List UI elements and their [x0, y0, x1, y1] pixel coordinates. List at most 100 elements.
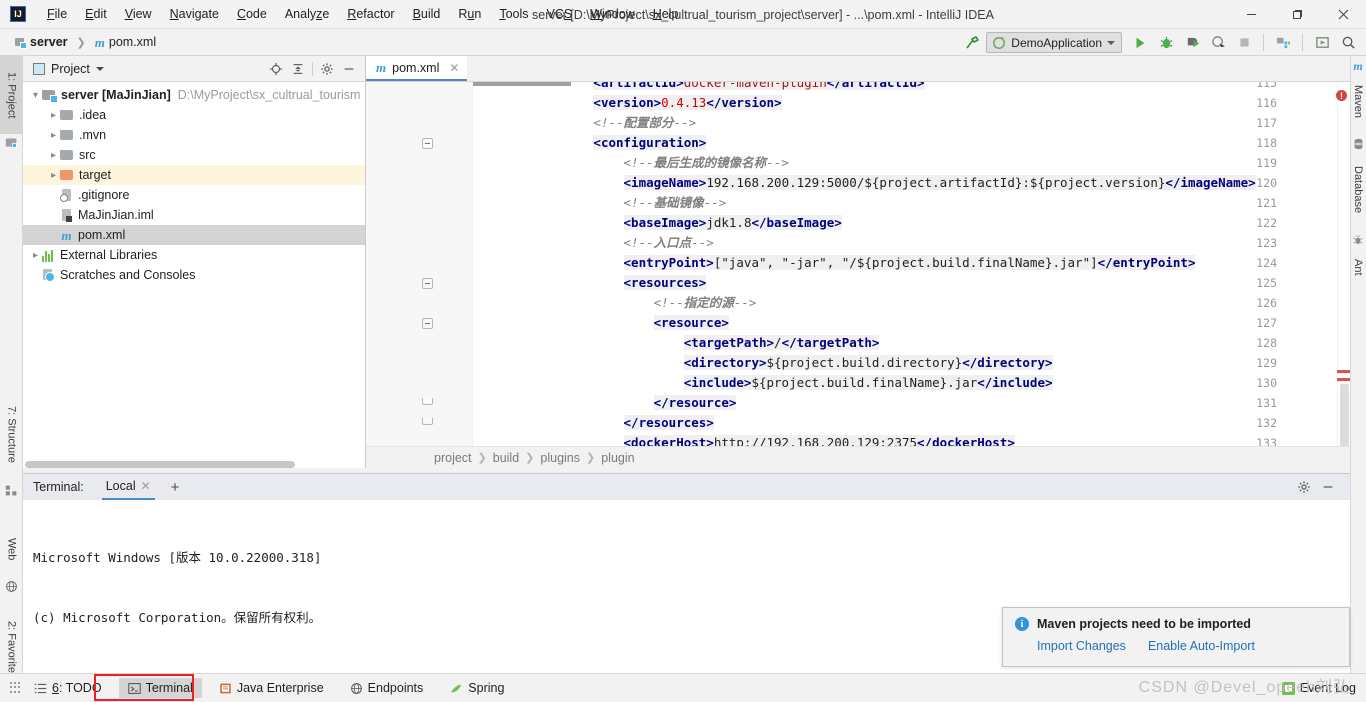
code-line[interactable]: <baseImage>jdk1.8</baseImage>	[473, 213, 842, 233]
code-line[interactable]: <imageName>192.168.200.129:5000/${projec…	[473, 173, 1256, 193]
update-icon[interactable]	[1310, 32, 1334, 54]
menu-view[interactable]: View	[116, 4, 161, 24]
event-log-button[interactable]: Event Log	[1282, 681, 1356, 695]
project-tree[interactable]: server [MaJinJian] D:\MyProject\sx_cultr…	[23, 82, 365, 468]
hide-icon[interactable]	[1318, 477, 1338, 497]
fold-end-icon[interactable]	[422, 418, 433, 425]
menu-file[interactable]: File	[38, 4, 76, 24]
tree-row-external-libraries[interactable]: External Libraries	[23, 245, 365, 265]
code-line[interactable]: <!--最后生成的镜像名称-->	[473, 153, 789, 173]
close-button[interactable]	[1320, 0, 1366, 29]
sidebar-item-web[interactable]: Web	[0, 522, 23, 576]
chevron-right-icon[interactable]	[47, 169, 60, 182]
code-line[interactable]: <!--配置部分-->	[473, 113, 696, 133]
code-line[interactable]: <targetPath>/</targetPath>	[473, 333, 879, 353]
tree-row-mvn[interactable]: .mvn	[23, 125, 365, 145]
debug-icon[interactable]	[1154, 32, 1178, 54]
code-line[interactable]: </resources>	[473, 413, 714, 433]
code-line[interactable]: <!--指定的源-->	[473, 293, 756, 313]
minimize-button[interactable]	[1228, 0, 1274, 29]
status-item-terminal[interactable]: Terminal	[119, 678, 202, 698]
status-item-spring[interactable]: Spring	[440, 678, 513, 698]
stop-icon[interactable]	[1232, 32, 1256, 54]
run-with-coverage-icon[interactable]	[1180, 32, 1204, 54]
search-everywhere-icon[interactable]	[1336, 32, 1360, 54]
tree-row-gitignore[interactable]: .gitignore	[23, 185, 365, 205]
breadcrumb-item-pom[interactable]: m pom.xml	[92, 34, 159, 50]
fold-collapse-icon[interactable]	[422, 318, 433, 329]
fold-end-icon[interactable]	[422, 398, 433, 405]
run-icon[interactable]	[1128, 32, 1152, 54]
project-panel-title-group[interactable]: Project	[33, 62, 104, 76]
enable-auto-import-link[interactable]: Enable Auto-Import	[1148, 639, 1255, 653]
sidebar-item-project[interactable]: 1: Project	[0, 56, 23, 134]
close-icon[interactable]: ✕	[141, 479, 151, 493]
menu-edit[interactable]: Edit	[76, 4, 116, 24]
run-configuration-selector[interactable]: DemoApplication	[986, 32, 1122, 53]
close-icon[interactable]: ✕	[449, 61, 459, 75]
sidebar-item-structure[interactable]: 7: Structure	[0, 388, 23, 480]
gear-icon[interactable]	[1294, 477, 1314, 497]
locate-target-icon[interactable]	[266, 59, 286, 79]
code-line[interactable]: <resources>	[473, 273, 706, 293]
error-stripe-mark[interactable]	[1337, 370, 1350, 373]
fold-collapse-icon[interactable]	[422, 278, 433, 289]
source-code[interactable]: <artifactId>docker-maven-plugin</artifac…	[473, 82, 1350, 446]
project-structure-icon[interactable]	[1271, 32, 1295, 54]
breadcrumb-plugins[interactable]: plugins	[540, 451, 580, 465]
menu-analyze[interactable]: Analyze	[276, 4, 338, 24]
status-item-endpoints[interactable]: Endpoints	[341, 678, 433, 698]
profile-icon[interactable]	[1206, 32, 1230, 54]
sidebar-item-maven[interactable]: Maven	[1350, 76, 1366, 128]
menu-vcs[interactable]: VCS	[538, 4, 582, 24]
code-line[interactable]: <entryPoint>["java", "-jar", "/${project…	[473, 253, 1195, 273]
tree-row-iml[interactable]: MaJinJian.iml	[23, 205, 365, 225]
error-stripe-gutter[interactable]: !	[1337, 82, 1350, 446]
chevron-right-icon[interactable]	[29, 249, 42, 262]
tree-row-server[interactable]: server [MaJinJian] D:\MyProject\sx_cultr…	[23, 85, 365, 105]
breadcrumb-item-server[interactable]: server	[12, 34, 71, 50]
terminal-output[interactable]: Microsoft Windows [版本 10.0.22000.318] (c…	[23, 500, 1350, 702]
code-line[interactable]: <resource>	[473, 313, 729, 333]
code-line[interactable]: <!--基础镜像-->	[473, 193, 726, 213]
collapse-all-icon[interactable]	[288, 59, 308, 79]
code-line[interactable]: <include>${project.build.finalName}.jar<…	[473, 373, 1053, 393]
code-viewport[interactable]: 1151161171181191201211221231241251261271…	[366, 82, 1350, 446]
error-stripe-mark[interactable]	[1337, 378, 1350, 381]
import-changes-link[interactable]: Import Changes	[1037, 639, 1126, 653]
sidebar-item-database[interactable]: Database	[1350, 154, 1366, 226]
code-line[interactable]: <version>0.4.13</version>	[473, 93, 782, 113]
menu-code[interactable]: Code	[228, 4, 276, 24]
menu-refactor[interactable]: Refactor	[338, 4, 403, 24]
add-terminal-icon[interactable]: +	[171, 479, 180, 496]
menu-build[interactable]: Build	[404, 4, 450, 24]
code-line[interactable]: <configuration>	[473, 133, 706, 153]
code-line[interactable]: <!--入口点-->	[473, 233, 714, 253]
menu-navigate[interactable]: Navigate	[161, 4, 228, 24]
fold-collapse-icon[interactable]	[422, 138, 433, 149]
status-item-java-enterprise[interactable]: Java Enterprise	[210, 678, 333, 698]
chevron-right-icon[interactable]	[47, 149, 60, 162]
maximize-button[interactable]	[1274, 0, 1320, 29]
hammer-build-icon[interactable]	[960, 32, 984, 54]
menu-help[interactable]: Help	[644, 4, 688, 24]
tree-row-idea[interactable]: .idea	[23, 105, 365, 125]
menu-tools[interactable]: Tools	[490, 4, 537, 24]
breadcrumb-plugin[interactable]: plugin	[601, 451, 634, 465]
tree-row-src[interactable]: src	[23, 145, 365, 165]
chevron-right-icon[interactable]	[47, 129, 60, 142]
error-badge-icon[interactable]: !	[1336, 90, 1347, 101]
chevron-right-icon[interactable]	[47, 109, 60, 122]
code-line[interactable]: <artifactId>docker-maven-plugin</artifac…	[473, 82, 925, 93]
sidebar-item-ant[interactable]: Ant	[1350, 250, 1366, 284]
vertical-scrollbar-thumb[interactable]	[1340, 384, 1349, 446]
tree-row-pom[interactable]: m pom.xml	[23, 225, 365, 245]
status-item-todo[interactable]: 6: TODO	[25, 678, 111, 698]
breadcrumb-build[interactable]: build	[493, 451, 519, 465]
code-line[interactable]: <dockerHost>http://192.168.200.129:2375<…	[473, 433, 1015, 446]
tree-row-scratches[interactable]: Scratches and Consoles	[23, 265, 365, 285]
terminal-tab-local[interactable]: Local ✕	[102, 474, 155, 500]
menu-window[interactable]: Window	[581, 4, 643, 24]
breadcrumb-project[interactable]: project	[434, 451, 472, 465]
tree-row-target[interactable]: target	[23, 165, 365, 185]
